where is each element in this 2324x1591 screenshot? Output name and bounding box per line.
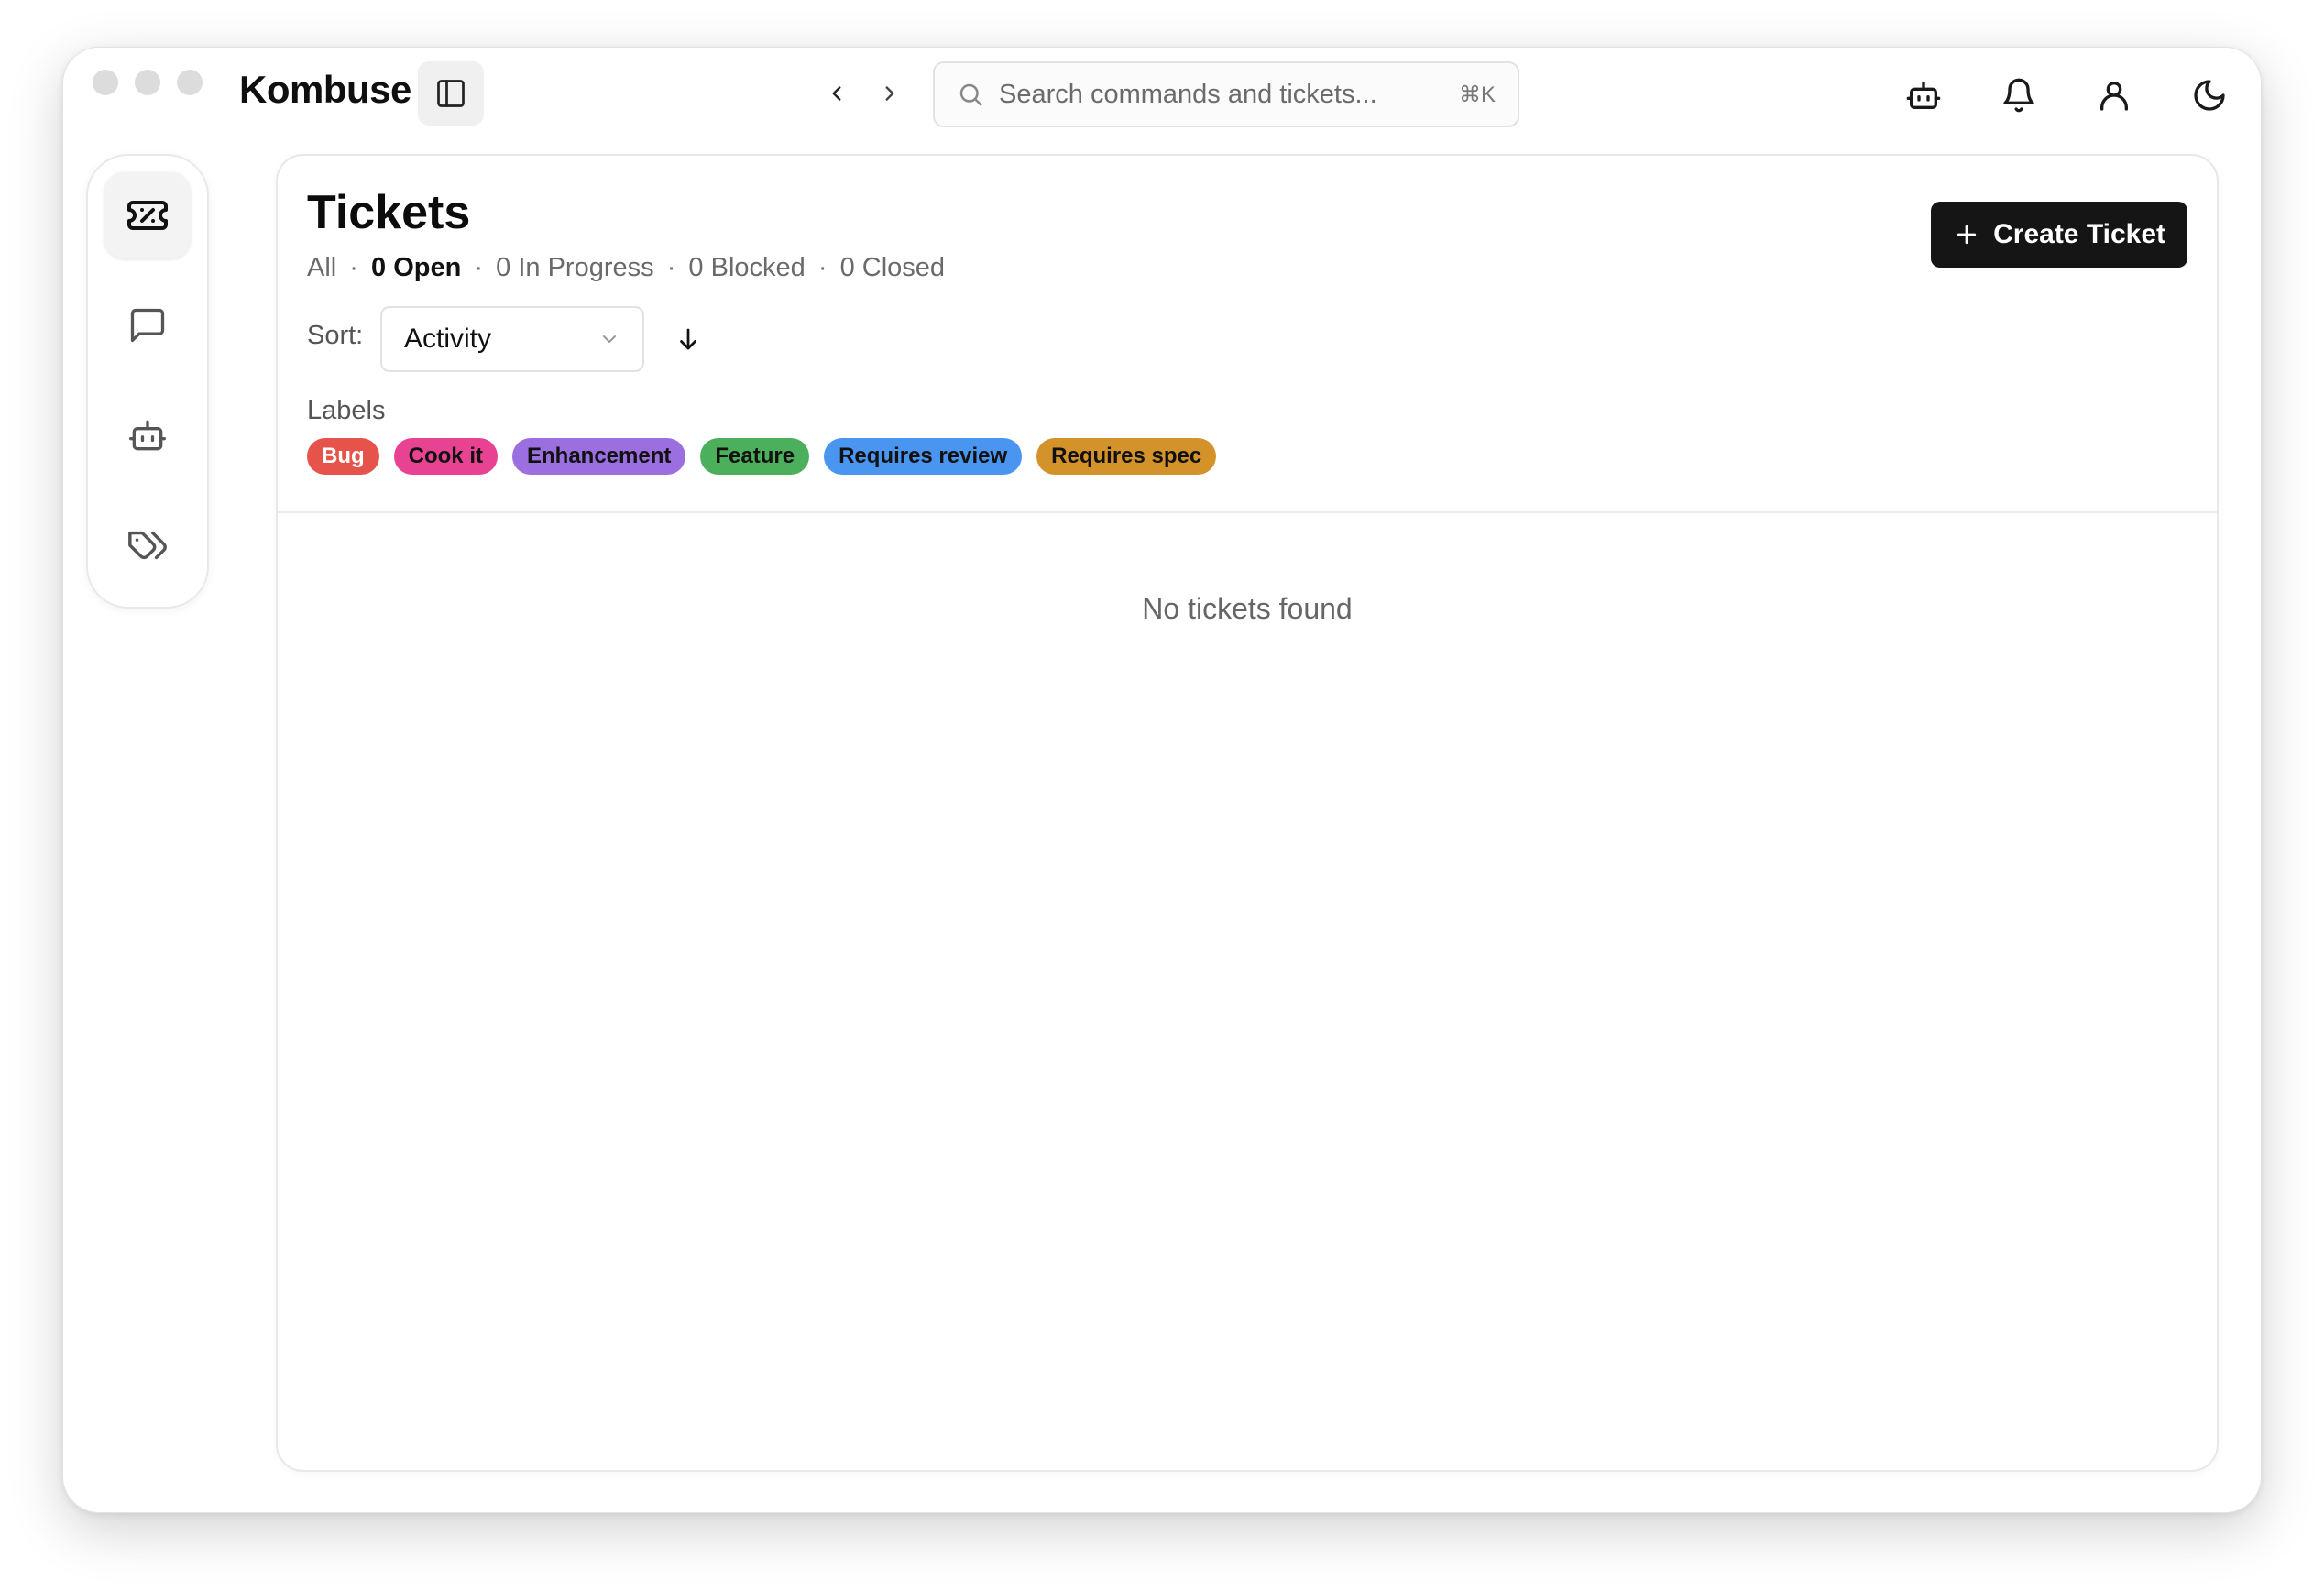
notifications-button[interactable] <box>1993 70 2044 121</box>
status-filters: All · 0 Open · 0 In Progress · 0 Blocked… <box>307 253 945 283</box>
filter-separator: · <box>817 253 828 282</box>
arrow-down-icon <box>674 325 702 353</box>
bell-icon <box>2001 77 2037 114</box>
create-ticket-button[interactable]: Create Ticket <box>1931 202 2187 268</box>
filter-separator: · <box>474 253 484 282</box>
chevron-left-icon <box>825 82 849 105</box>
forward-button[interactable] <box>873 75 906 112</box>
label-chip-requires-spec[interactable]: Requires spec <box>1036 438 1217 475</box>
app-title: Kombuse <box>239 68 411 111</box>
sort-value: Activity <box>404 324 492 354</box>
rail-item-labels[interactable] <box>104 502 191 588</box>
minimize-window-button[interactable] <box>135 70 160 95</box>
panel-divider <box>278 511 2217 513</box>
close-window-button[interactable] <box>93 70 118 95</box>
search-shortcut: ⌘K <box>1458 82 1496 107</box>
sidebar-toggle-button[interactable] <box>418 61 484 126</box>
profile-button[interactable] <box>2088 70 2140 121</box>
rail-item-chats[interactable] <box>104 282 191 368</box>
labels-heading: Labels <box>307 396 386 425</box>
app-window: Kombuse Search commands and tickets... ⌘… <box>62 47 2262 1513</box>
label-chip-feature[interactable]: Feature <box>700 438 810 475</box>
label-chip-enhancement[interactable]: Enhancement <box>511 438 686 475</box>
create-ticket-label: Create Ticket <box>1993 219 2165 249</box>
tickets-panel: Tickets All · 0 Open · 0 In Progress · 0… <box>276 154 2219 1472</box>
page-title: Tickets <box>307 186 471 239</box>
search-placeholder: Search commands and tickets... <box>999 79 1377 109</box>
chevron-down-icon <box>598 328 620 350</box>
sidebar-panel-icon <box>434 77 467 110</box>
zoom-window-button[interactable] <box>177 70 203 95</box>
user-icon <box>2096 77 2132 114</box>
moon-icon <box>2191 77 2228 114</box>
navigation-rail <box>86 154 209 609</box>
rail-item-agents[interactable] <box>104 392 191 478</box>
filter-separator: · <box>349 253 358 282</box>
filter-closed[interactable]: 0 Closed <box>840 253 945 282</box>
rail-item-tickets[interactable] <box>104 172 191 258</box>
window-controls <box>93 70 203 95</box>
sort-select[interactable]: Activity <box>380 306 644 372</box>
robot-icon <box>1905 77 1942 114</box>
search-icon <box>957 81 984 108</box>
filter-blocked[interactable]: 0 Blocked <box>688 253 805 282</box>
filter-in-progress[interactable]: 0 In Progress <box>496 253 653 282</box>
label-chip-bug[interactable]: Bug <box>307 438 379 475</box>
plus-icon <box>1953 221 1980 248</box>
robot-icon <box>127 415 168 455</box>
message-icon <box>127 305 168 346</box>
filter-all[interactable]: All <box>307 253 336 282</box>
label-chip-cook-it[interactable]: Cook it <box>393 438 498 475</box>
filter-open[interactable]: 0 Open <box>371 253 461 282</box>
filter-separator: · <box>666 253 676 282</box>
labels-list: Bug Cook it Enhancement Feature Requires… <box>307 438 1217 475</box>
ticket-icon <box>126 193 170 237</box>
sort-direction-button[interactable] <box>670 321 707 357</box>
label-chip-requires-review[interactable]: Requires review <box>824 438 1023 475</box>
tags-icon <box>126 524 169 566</box>
back-button[interactable] <box>820 75 853 112</box>
agents-button[interactable] <box>1898 70 1949 121</box>
command-search-input[interactable]: Search commands and tickets... ⌘K <box>933 61 1519 127</box>
empty-state-message: No tickets found <box>1142 592 1353 625</box>
sort-label: Sort: <box>307 321 364 350</box>
chevron-right-icon <box>878 82 902 105</box>
theme-toggle-button[interactable] <box>2184 70 2235 121</box>
